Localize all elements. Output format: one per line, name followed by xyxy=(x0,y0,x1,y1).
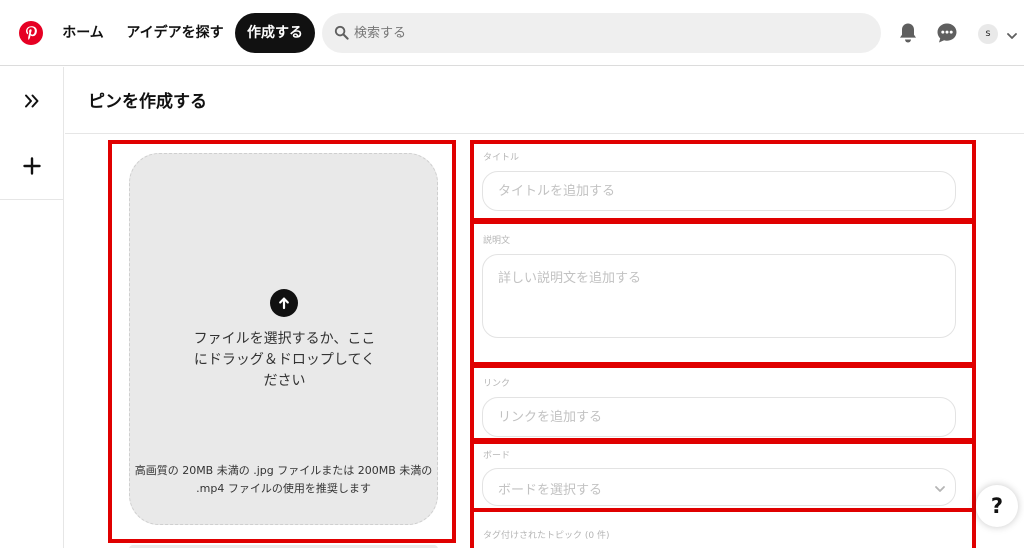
description-label: 説明文 xyxy=(483,236,511,246)
header-divider xyxy=(65,133,1024,134)
search-icon xyxy=(334,25,349,44)
left-rail xyxy=(0,67,64,548)
upload-hint: 高画質の 20MB 未満の .jpg ファイルまたは 200MB 未満の .mp… xyxy=(134,464,433,495)
top-bar: ホーム アイデアを探す 作成する s xyxy=(0,0,1024,66)
nav-explore[interactable]: アイデアを探す xyxy=(121,13,229,53)
link-input[interactable] xyxy=(482,397,956,437)
avatar[interactable]: s xyxy=(978,24,998,44)
search-input[interactable] xyxy=(354,13,864,53)
board-select-value: ボードを選択する xyxy=(498,483,603,498)
tags-label: タグ付けされたトピック (0 件) xyxy=(483,531,610,541)
nav-create[interactable]: 作成する xyxy=(235,13,315,53)
chevron-down-icon[interactable] xyxy=(1006,27,1018,46)
bell-icon[interactable] xyxy=(894,19,922,47)
chevron-down-icon xyxy=(933,481,947,500)
title-input[interactable] xyxy=(482,171,956,211)
chat-icon[interactable] xyxy=(933,19,961,47)
board-select[interactable]: ボードを選択する xyxy=(482,468,956,506)
page-title: ピンを作成する xyxy=(88,92,207,112)
pinterest-logo-icon[interactable] xyxy=(19,21,43,45)
board-label: ボード xyxy=(483,451,511,461)
upload-arrow-icon xyxy=(270,289,298,317)
link-label: リンク xyxy=(483,379,511,389)
rail-divider xyxy=(0,199,64,200)
double-chevron-right-icon[interactable] xyxy=(18,87,46,115)
help-button[interactable]: ? xyxy=(976,485,1018,527)
plus-icon[interactable] xyxy=(18,152,46,180)
upload-dropzone[interactable]: ファイルを選択するか、ここにドラッグ＆ドロップしてください 高画質の 20MB … xyxy=(129,153,438,525)
upload-instructions: ファイルを選択するか、ここにドラッグ＆ドロップしてください xyxy=(193,331,376,389)
search-bar[interactable] xyxy=(322,13,881,53)
nav-home[interactable]: ホーム xyxy=(55,13,111,53)
description-input[interactable] xyxy=(482,254,956,338)
title-label: タイトル xyxy=(483,153,520,163)
